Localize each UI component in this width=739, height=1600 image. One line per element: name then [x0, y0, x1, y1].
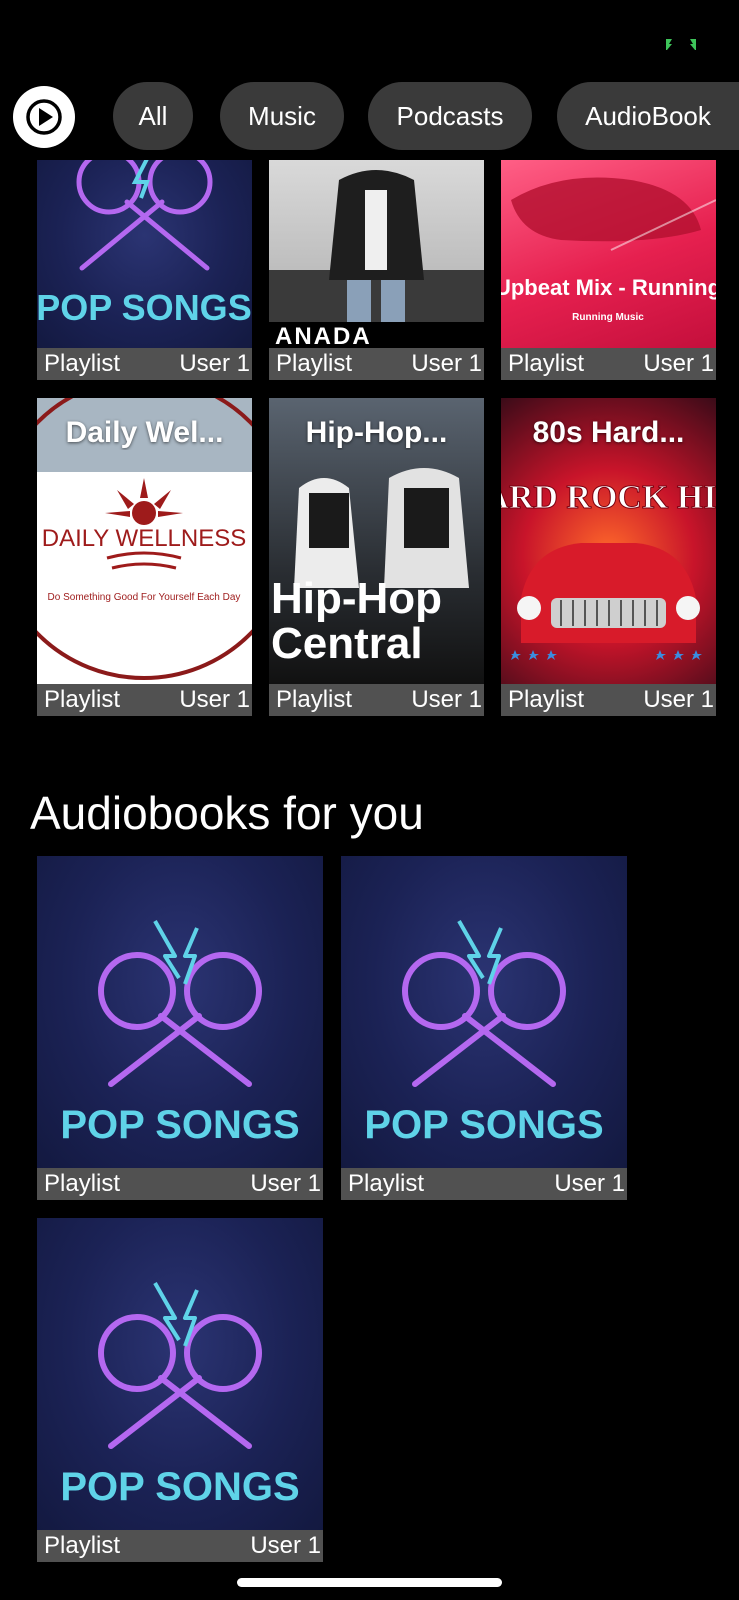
- card-type: Playlist: [276, 350, 353, 377]
- card-type: Playlist: [348, 1170, 425, 1197]
- filter-chip-podcasts[interactable]: Podcasts: [368, 82, 532, 150]
- crossed-microphones-icon: POP SONGS: [60, 920, 300, 1147]
- card-owner: User 1: [250, 1532, 321, 1559]
- svg-text:HARD ROCK HITS: HARD ROCK HITS: [501, 479, 716, 516]
- card-type: Playlist: [44, 1532, 121, 1559]
- playlist-card[interactable]: POP SONGS Playlist User 1: [37, 160, 252, 380]
- playlist-card[interactable]: HARD ROCK HITS 80s Hard... Playlist User…: [501, 398, 716, 716]
- card-caption: Playlist User 1: [501, 348, 716, 380]
- filter-chip-music[interactable]: Music: [220, 82, 344, 150]
- playlist-card[interactable]: DAILY WELLNESS Do Something Good For You…: [37, 398, 252, 716]
- card-caption: Playlist User 1: [37, 684, 252, 716]
- card-caption: Playlist User 1: [341, 1168, 627, 1200]
- card-owner: User 1: [643, 350, 714, 377]
- card-caption: Playlist User 1: [37, 1530, 323, 1562]
- playlist-card[interactable]: ANADA Playlist User 1: [269, 160, 484, 380]
- svg-text:POP SONGS: POP SONGS: [364, 1103, 603, 1147]
- svg-text:POP SONGS: POP SONGS: [37, 287, 252, 328]
- cover-art: ANADA: [269, 160, 484, 348]
- card-type: Playlist: [44, 350, 121, 377]
- crossed-microphones-icon: POP SONGS: [37, 160, 252, 328]
- svg-text:Do Something Good For Yourself: Do Something Good For Yourself Each Day: [48, 592, 241, 603]
- audiobook-card[interactable]: POP SONGS Playlist User 1: [341, 856, 627, 1200]
- card-type: Playlist: [508, 686, 585, 713]
- card-title: 80s Hard...: [532, 416, 685, 449]
- svg-text:ANADA: ANADA: [275, 323, 372, 348]
- playlist-card[interactable]: Hip-Hop Central Hip-Hop... Playlist User…: [269, 398, 484, 716]
- svg-text:Upbeat Mix - Running: Upbeat Mix - Running: [501, 275, 716, 300]
- svg-text:DAILY WELLNESS: DAILY WELLNESS: [42, 525, 247, 552]
- playlist-card[interactable]: Upbeat Mix - Running Running Music Playl…: [501, 160, 716, 380]
- svg-text:POP SONGS: POP SONGS: [60, 1465, 299, 1509]
- battery-charging-icon: [666, 39, 696, 50]
- cover-art: POP SONGS: [37, 160, 252, 348]
- cover-art: POP SONGS: [37, 856, 323, 1168]
- svg-text:Hip-Hop: Hip-Hop: [271, 574, 442, 623]
- audiobook-card[interactable]: POP SONGS Playlist User 1: [37, 856, 323, 1200]
- filter-chip-audiobook[interactable]: AudioBook: [557, 82, 739, 150]
- card-type: Playlist: [276, 686, 353, 713]
- svg-text:Central: Central: [271, 619, 423, 668]
- card-caption: Playlist User 1: [37, 348, 252, 380]
- card-owner: User 1: [411, 350, 482, 377]
- card-owner: User 1: [179, 350, 250, 377]
- card-owner: User 1: [179, 686, 250, 713]
- cover-art: HARD ROCK HITS 80s Hard...: [501, 398, 716, 684]
- audiobook-card[interactable]: POP SONGS Playlist User 1: [37, 1218, 323, 1562]
- card-owner: User 1: [250, 1170, 321, 1197]
- crossed-microphones-icon: POP SONGS: [364, 920, 604, 1147]
- card-type: Playlist: [44, 686, 121, 713]
- card-caption: Playlist User 1: [37, 1168, 323, 1200]
- card-owner: User 1: [411, 686, 482, 713]
- cover-art: Upbeat Mix - Running Running Music: [501, 160, 716, 348]
- play-circle-icon[interactable]: [13, 86, 75, 148]
- home-indicator[interactable]: [237, 1578, 502, 1587]
- card-title: Hip-Hop...: [305, 416, 448, 449]
- section-title-audiobooks: Audiobooks for you: [30, 787, 424, 839]
- card-caption: Playlist User 1: [501, 684, 716, 716]
- cover-art: POP SONGS: [37, 1218, 323, 1530]
- card-owner: User 1: [643, 686, 714, 713]
- svg-text:Running Music: Running Music: [572, 312, 644, 323]
- crossed-microphones-icon: POP SONGS: [60, 1282, 300, 1509]
- cover-art: Hip-Hop Central Hip-Hop...: [269, 398, 484, 684]
- card-type: Playlist: [44, 1170, 121, 1197]
- cover-art: POP SONGS: [341, 856, 627, 1168]
- card-type: Playlist: [508, 350, 585, 377]
- card-caption: Playlist User 1: [269, 348, 484, 380]
- cover-art: DAILY WELLNESS Do Something Good For You…: [37, 398, 252, 684]
- card-owner: User 1: [554, 1170, 625, 1197]
- svg-text:POP SONGS: POP SONGS: [60, 1103, 299, 1147]
- filter-bar: All Music Podcasts AudioBook: [0, 80, 739, 152]
- filter-chip-all[interactable]: All: [113, 82, 193, 150]
- card-title: Daily Wel...: [65, 416, 224, 449]
- card-caption: Playlist User 1: [269, 684, 484, 716]
